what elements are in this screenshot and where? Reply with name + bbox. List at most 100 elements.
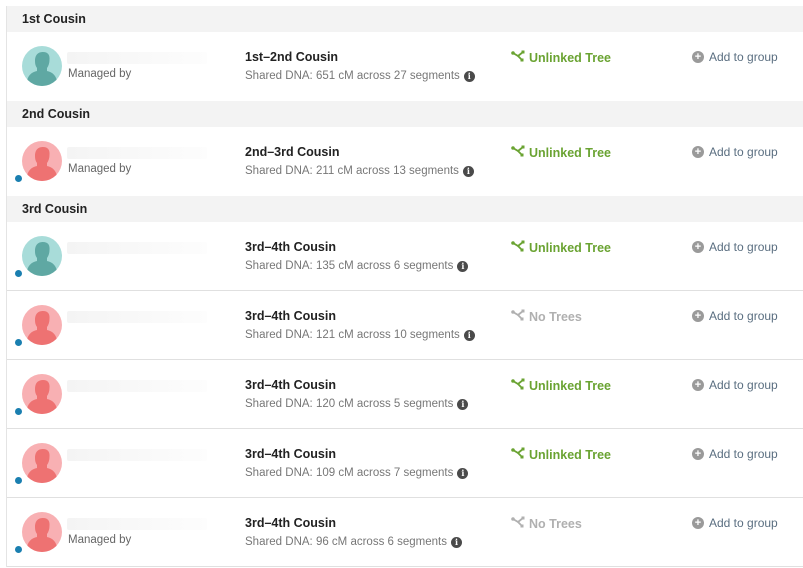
shared-dna: Shared DNA: 211 cM across 13 segments i <box>245 165 474 177</box>
shared-dna-text: Shared DNA: 135 cM across 6 segments <box>245 260 454 272</box>
match-name-redacted[interactable] <box>67 449 207 461</box>
add-to-group-button[interactable]: + Add to group <box>692 516 778 530</box>
group-header: 3rd Cousin <box>7 196 803 222</box>
managed-by-label: Managed by <box>68 68 132 80</box>
add-to-group-button[interactable]: + Add to group <box>692 50 778 64</box>
relationship-label: 2nd–3rd Cousin <box>245 145 340 159</box>
plus-circle-icon: + <box>692 310 704 322</box>
shared-dna: Shared DNA: 96 cM across 6 segments i <box>245 536 462 548</box>
group-header: 2nd Cousin <box>7 101 803 127</box>
shared-dna-text: Shared DNA: 109 cM across 7 segments <box>245 467 454 479</box>
match-row[interactable]: 3rd–4th Cousin Shared DNA: 135 cM across… <box>7 222 803 291</box>
add-to-group-button[interactable]: + Add to group <box>692 145 778 159</box>
match-name-redacted[interactable] <box>67 242 207 254</box>
match-row[interactable]: 3rd–4th Cousin Shared DNA: 109 cM across… <box>7 429 803 498</box>
plus-circle-icon: + <box>692 146 704 158</box>
plus-circle-icon: + <box>692 51 704 63</box>
add-to-group-label: Add to group <box>709 145 778 159</box>
tree-status-label: Unlinked Tree <box>529 447 611 462</box>
tree-status[interactable]: Unlinked Tree <box>511 447 611 462</box>
new-match-dot <box>15 175 22 182</box>
tree-status[interactable]: Unlinked Tree <box>511 145 611 160</box>
info-icon[interactable]: i <box>457 467 469 479</box>
male-avatar[interactable] <box>22 236 62 276</box>
tree-icon <box>511 309 529 324</box>
match-row[interactable]: 3rd–4th Cousin Shared DNA: 120 cM across… <box>7 360 803 429</box>
info-icon[interactable]: i <box>457 260 469 272</box>
match-name-redacted[interactable] <box>67 518 207 530</box>
match-row[interactable]: Managed by 1st–2nd Cousin Shared DNA: 65… <box>7 32 803 101</box>
managed-by-label: Managed by <box>68 534 132 546</box>
tree-status[interactable]: Unlinked Tree <box>511 240 611 255</box>
add-to-group-label: Add to group <box>709 516 778 530</box>
relationship-label: 3rd–4th Cousin <box>245 447 336 461</box>
new-match-dot <box>15 477 22 484</box>
plus-circle-icon: + <box>692 241 704 253</box>
info-icon[interactable]: i <box>462 165 474 177</box>
relationship-label: 3rd–4th Cousin <box>245 240 336 254</box>
add-to-group-label: Add to group <box>709 447 778 461</box>
match-name-redacted[interactable] <box>67 380 207 392</box>
add-to-group-label: Add to group <box>709 50 778 64</box>
tree-status[interactable]: Unlinked Tree <box>511 378 611 393</box>
tree-icon <box>511 378 529 393</box>
add-to-group-button[interactable]: + Add to group <box>692 309 778 323</box>
add-to-group-button[interactable]: + Add to group <box>692 378 778 392</box>
info-icon[interactable]: i <box>457 398 469 410</box>
shared-dna: Shared DNA: 121 cM across 10 segments i <box>245 329 475 341</box>
shared-dna: Shared DNA: 135 cM across 6 segments i <box>245 260 469 272</box>
tree-status-label: No Trees <box>529 309 582 324</box>
shared-dna-text: Shared DNA: 211 cM across 13 segments <box>245 165 459 177</box>
match-row[interactable]: 3rd–4th Cousin Shared DNA: 121 cM across… <box>7 291 803 360</box>
tree-status-label: Unlinked Tree <box>529 50 611 65</box>
tree-status-label: Unlinked Tree <box>529 145 611 160</box>
shared-dna-text: Shared DNA: 96 cM across 6 segments <box>245 536 447 548</box>
shared-dna: Shared DNA: 651 cM across 27 segments i <box>245 70 475 82</box>
tree-status-label: No Trees <box>529 516 582 531</box>
add-to-group-button[interactable]: + Add to group <box>692 240 778 254</box>
tree-icon <box>511 50 529 65</box>
add-to-group-label: Add to group <box>709 309 778 323</box>
group-header: 1st Cousin <box>7 6 803 32</box>
plus-circle-icon: + <box>692 379 704 391</box>
add-to-group-button[interactable]: + Add to group <box>692 447 778 461</box>
match-name-redacted[interactable] <box>67 147 207 159</box>
tree-icon <box>511 447 529 462</box>
match-row[interactable]: Managed by 2nd–3rd Cousin Shared DNA: 21… <box>7 127 803 196</box>
tree-icon <box>511 516 529 531</box>
match-name-redacted[interactable] <box>67 311 207 323</box>
shared-dna-text: Shared DNA: 651 cM across 27 segments <box>245 70 460 82</box>
relationship-label: 3rd–4th Cousin <box>245 516 336 530</box>
new-match-dot <box>15 546 22 553</box>
shared-dna-text: Shared DNA: 120 cM across 5 segments <box>245 398 454 410</box>
new-match-dot <box>15 270 22 277</box>
match-name-redacted[interactable] <box>67 52 207 64</box>
relationship-label: 3rd–4th Cousin <box>245 378 336 392</box>
info-icon[interactable]: i <box>463 329 475 341</box>
match-row[interactable]: Managed by 3rd–4th Cousin Shared DNA: 96… <box>7 498 803 567</box>
add-to-group-label: Add to group <box>709 240 778 254</box>
female-avatar[interactable] <box>22 443 62 483</box>
female-avatar[interactable] <box>22 305 62 345</box>
info-icon[interactable]: i <box>463 70 475 82</box>
male-avatar[interactable] <box>22 46 62 86</box>
relationship-label: 1st–2nd Cousin <box>245 50 339 64</box>
shared-dna: Shared DNA: 109 cM across 7 segments i <box>245 467 469 479</box>
new-match-dot <box>15 339 22 346</box>
female-avatar[interactable] <box>22 512 62 552</box>
shared-dna-text: Shared DNA: 121 cM across 10 segments <box>245 329 460 341</box>
managed-by-label: Managed by <box>68 163 132 175</box>
tree-status[interactable]: No Trees <box>511 516 582 531</box>
info-icon[interactable]: i <box>450 536 462 548</box>
tree-status[interactable]: Unlinked Tree <box>511 50 611 65</box>
shared-dna: Shared DNA: 120 cM across 5 segments i <box>245 398 469 410</box>
female-avatar[interactable] <box>22 141 62 181</box>
new-match-dot <box>15 408 22 415</box>
tree-status-label: Unlinked Tree <box>529 240 611 255</box>
tree-icon <box>511 240 529 255</box>
female-avatar[interactable] <box>22 374 62 414</box>
plus-circle-icon: + <box>692 517 704 529</box>
relationship-label: 3rd–4th Cousin <box>245 309 336 323</box>
tree-status-label: Unlinked Tree <box>529 378 611 393</box>
tree-status[interactable]: No Trees <box>511 309 582 324</box>
